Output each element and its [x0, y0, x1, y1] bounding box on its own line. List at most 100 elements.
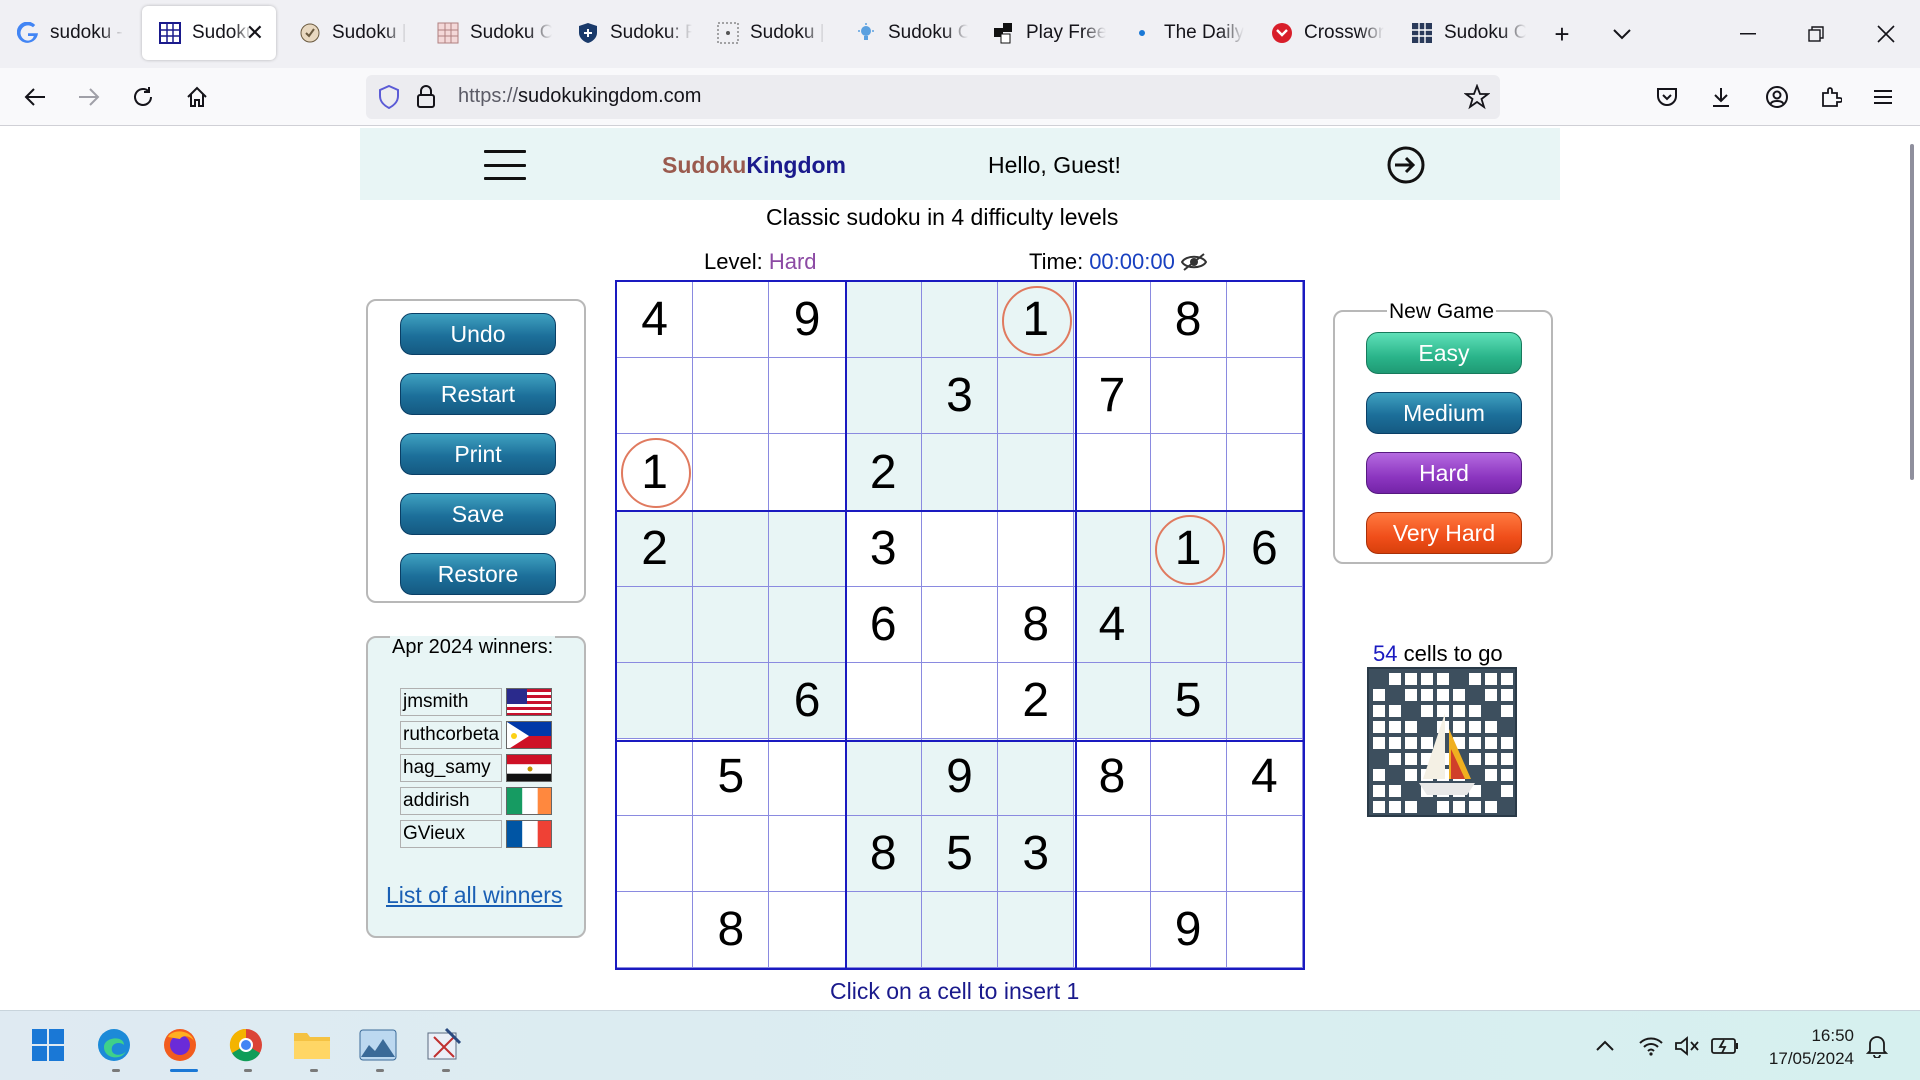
sudoku-cell-empty[interactable]	[769, 815, 846, 892]
tab[interactable]: Sudoku |	[282, 6, 414, 60]
notifications-icon[interactable]	[1862, 1031, 1892, 1061]
sudoku-cell-given[interactable]: 5	[693, 739, 770, 816]
sudoku-cell-empty[interactable]	[693, 586, 770, 664]
reload-icon[interactable]	[122, 76, 164, 118]
sudoku-cell-given[interactable]: 4	[617, 282, 694, 359]
sudoku-cell-given[interactable]: 6	[845, 586, 922, 664]
sudoku-cell-given[interactable]: 1	[1150, 510, 1227, 587]
sudoku-cell-given[interactable]: 4	[1226, 739, 1303, 816]
sudoku-cell-given[interactable]: 1	[617, 434, 694, 511]
very-hard-button[interactable]: Very Hard	[1366, 512, 1522, 554]
all-winners-link[interactable]: List of all winners	[386, 882, 562, 909]
sudoku-cell-empty[interactable]	[998, 510, 1075, 587]
sudoku-cell-empty[interactable]	[845, 891, 922, 968]
new-tab-icon[interactable]: +	[1544, 16, 1580, 52]
sudoku-cell-given[interactable]: 5	[921, 815, 999, 892]
sudoku-cell-given[interactable]: 8	[1150, 282, 1227, 359]
sudoku-cell-empty[interactable]	[1150, 434, 1227, 511]
sudoku-cell-empty[interactable]	[693, 815, 770, 892]
sudoku-cell-empty[interactable]	[1074, 510, 1151, 587]
firefox-icon[interactable]	[160, 1025, 200, 1065]
show-hidden-icons-icon[interactable]	[1590, 1031, 1620, 1061]
sudoku-cell-empty[interactable]	[845, 358, 922, 435]
tab[interactable]: Sudoku C	[838, 6, 968, 60]
battery-icon[interactable]	[1710, 1031, 1740, 1061]
sudoku-cell-empty[interactable]	[1150, 586, 1227, 664]
back-icon[interactable]	[14, 76, 56, 118]
sudoku-cell-given[interactable]: 9	[769, 282, 846, 359]
photos-icon[interactable]	[358, 1025, 398, 1065]
downloads-icon[interactable]	[1700, 76, 1742, 118]
sudoku-cell-given[interactable]: 6	[1226, 510, 1303, 587]
tab[interactable]: Crosswor	[1254, 6, 1386, 60]
file-explorer-icon[interactable]	[292, 1025, 332, 1065]
sudoku-cell-empty[interactable]	[1226, 586, 1303, 664]
sudoku-cell-empty[interactable]	[921, 586, 999, 664]
sudoku-cell-empty[interactable]	[998, 739, 1075, 816]
restore-window-icon[interactable]	[1796, 14, 1836, 54]
easy-button[interactable]: Easy	[1366, 332, 1522, 374]
system-clock[interactable]: 16:50 17/05/2024	[1744, 1024, 1854, 1070]
bookmark-star-icon[interactable]	[1463, 83, 1491, 115]
address-bar[interactable]: https://sudokukingdom.com	[366, 75, 1500, 119]
sudoku-cell-empty[interactable]	[769, 358, 846, 435]
sudoku-cell-empty[interactable]	[617, 891, 694, 968]
wifi-icon[interactable]	[1636, 1031, 1666, 1061]
snipping-tool-icon[interactable]	[424, 1025, 464, 1065]
sudoku-cell-empty[interactable]	[617, 586, 694, 664]
chrome-icon[interactable]	[226, 1025, 266, 1065]
site-menu-icon[interactable]	[484, 150, 526, 180]
sudoku-cell-empty[interactable]	[1074, 891, 1151, 968]
sudoku-cell-given[interactable]: 6	[769, 663, 846, 740]
sudoku-cell-empty[interactable]	[1074, 815, 1151, 892]
sudoku-cell-empty[interactable]	[998, 891, 1075, 968]
sudoku-cell-given[interactable]: 9	[1150, 891, 1227, 968]
extensions-icon[interactable]	[1810, 76, 1852, 118]
sudoku-cell-empty[interactable]	[769, 434, 846, 511]
pocket-icon[interactable]	[1646, 76, 1688, 118]
url-text[interactable]: https://sudokukingdom.com	[458, 85, 701, 108]
volume-muted-icon[interactable]	[1672, 1031, 1702, 1061]
sudoku-cell-empty[interactable]	[617, 815, 694, 892]
sudoku-cell-empty[interactable]	[845, 739, 922, 816]
sudoku-cell-empty[interactable]	[921, 434, 999, 511]
sudoku-cell-empty[interactable]	[769, 891, 846, 968]
sudoku-cell-empty[interactable]	[1074, 434, 1151, 511]
sudoku-cell-empty[interactable]	[921, 891, 999, 968]
sudoku-cell-given[interactable]: 8	[998, 586, 1075, 664]
home-icon[interactable]	[176, 76, 218, 118]
sudoku-cell-given[interactable]: 2	[617, 510, 694, 587]
sudoku-cell-empty[interactable]	[921, 663, 999, 740]
sudoku-cell-empty[interactable]	[693, 282, 770, 359]
sudoku-cell-given[interactable]: 2	[998, 663, 1075, 740]
sudoku-cell-empty[interactable]	[1150, 358, 1227, 435]
tab[interactable]: Sudoku |	[700, 6, 830, 60]
sudoku-cell-empty[interactable]	[1226, 282, 1303, 359]
hard-button[interactable]: Hard	[1366, 452, 1522, 494]
sudoku-cell-empty[interactable]	[693, 663, 770, 740]
sudoku-cell-given[interactable]: 9	[921, 739, 999, 816]
sudoku-cell-given[interactable]: 3	[845, 510, 922, 587]
account-icon[interactable]	[1756, 76, 1798, 118]
print-button[interactable]: Print	[400, 433, 556, 475]
undo-button[interactable]: Undo	[400, 313, 556, 355]
sudoku-cell-empty[interactable]	[921, 282, 999, 359]
sudoku-cell-given[interactable]: 1	[998, 282, 1075, 359]
sudoku-cell-given[interactable]: 3	[921, 358, 999, 435]
close-window-icon[interactable]	[1866, 14, 1906, 54]
tab[interactable]: Play Free	[976, 6, 1106, 60]
tab[interactable]: Sudoku: F	[560, 6, 692, 60]
shield-icon[interactable]	[378, 84, 400, 114]
close-tab-icon[interactable]: ✕	[246, 20, 264, 46]
edge-icon[interactable]	[94, 1025, 134, 1065]
sudoku-cell-empty[interactable]	[1226, 891, 1303, 968]
sudoku-cell-given[interactable]: 2	[845, 434, 922, 511]
windows-start-icon[interactable]	[28, 1025, 68, 1065]
sudoku-cell-empty[interactable]	[845, 663, 922, 740]
sudoku-cell-empty[interactable]	[617, 358, 694, 435]
sudoku-cell-empty[interactable]	[617, 739, 694, 816]
sudoku-cell-empty[interactable]	[1226, 358, 1303, 435]
tab[interactable]: Sudoku C	[1394, 6, 1526, 60]
sudoku-cell-empty[interactable]	[1226, 434, 1303, 511]
hide-timer-icon[interactable]	[1180, 252, 1207, 272]
